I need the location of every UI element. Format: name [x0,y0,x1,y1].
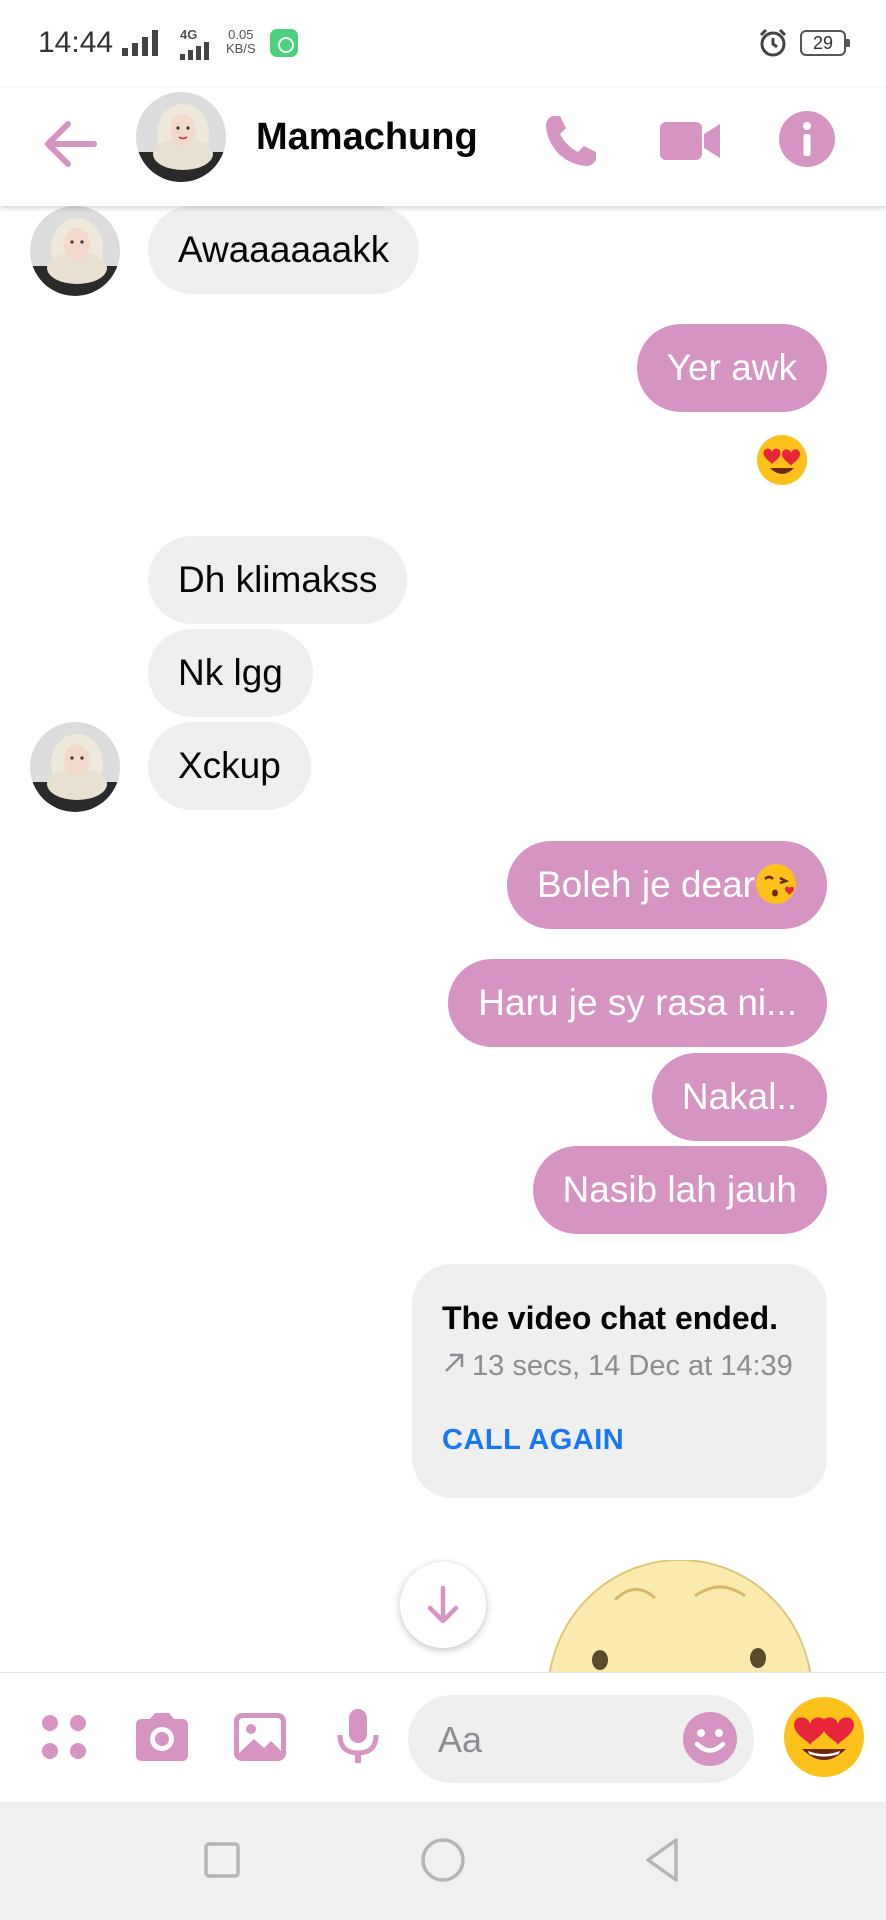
microphone-icon[interactable] [326,1705,390,1769]
contact-name[interactable]: Mamachung [256,116,478,159]
network-speed: 0.05 KB/S [226,27,256,56]
message-incoming[interactable]: Xckup [148,722,311,810]
message-composer: Aa [0,1672,886,1802]
info-icon[interactable] [778,110,836,168]
message-input-placeholder: Aa [438,1719,483,1760]
sender-avatar[interactable] [30,206,120,296]
signal-icon-2 [180,42,209,60]
phone-icon[interactable] [540,110,602,172]
status-time: 14:44 [38,26,114,59]
call-card-title: The video chat ended. [442,1300,779,1336]
back-icon[interactable] [636,1832,692,1888]
video-call-ended-card: The video chat ended. 13 secs, 14 Dec at… [412,1264,827,1498]
kissing-heart-emoji-icon [756,864,796,904]
message-outgoing[interactable]: Yer awk [636,324,827,412]
call-card-meta: 13 secs, 14 Dec at 14:39 [442,1350,793,1383]
video-camera-icon[interactable] [656,110,724,172]
scroll-to-bottom-button[interactable] [400,1562,486,1648]
alarm-icon [759,28,787,57]
apps-grid-icon[interactable] [32,1705,96,1769]
call-again-button[interactable]: CALL AGAIN [442,1424,624,1457]
recent-apps-icon[interactable] [194,1832,250,1888]
message-outgoing[interactable]: Boleh je dear [506,841,827,929]
app-notification-icon [270,29,298,57]
network-type: 4G [180,28,210,60]
message-outgoing[interactable]: Nakal.. [651,1053,827,1141]
chat-header: Mamachung [0,88,886,206]
heart-eyes-reaction-icon[interactable] [756,434,808,486]
gallery-icon[interactable] [228,1705,292,1769]
heart-eyes-quick-reaction-icon[interactable] [782,1695,866,1779]
message-text: Boleh je dear [536,864,755,905]
signal-icon [122,30,158,56]
sticker-image[interactable] [545,1560,815,1672]
message-outgoing[interactable]: Nasib lah jauh [532,1146,827,1234]
system-navigation-bar [0,1802,886,1920]
emoji-picker-icon[interactable] [680,1709,740,1769]
sender-avatar[interactable] [30,722,120,812]
message-incoming[interactable]: Dh klimakss [148,536,408,624]
message-incoming[interactable]: Awaaaaaakk [148,206,420,294]
home-icon[interactable] [415,1832,471,1888]
message-outgoing[interactable]: Haru je sy rasa ni... [448,959,827,1047]
message-input[interactable]: Aa [408,1695,754,1783]
contact-avatar[interactable] [136,92,226,182]
message-incoming[interactable]: Nk lgg [148,629,313,717]
outgoing-call-arrow-icon [445,1353,464,1372]
battery-icon: 29 [800,30,850,56]
camera-icon[interactable] [130,1705,194,1769]
status-bar: 14:44 4G 0.05 KB/S 29 [0,0,886,88]
back-arrow-icon[interactable] [38,112,102,176]
